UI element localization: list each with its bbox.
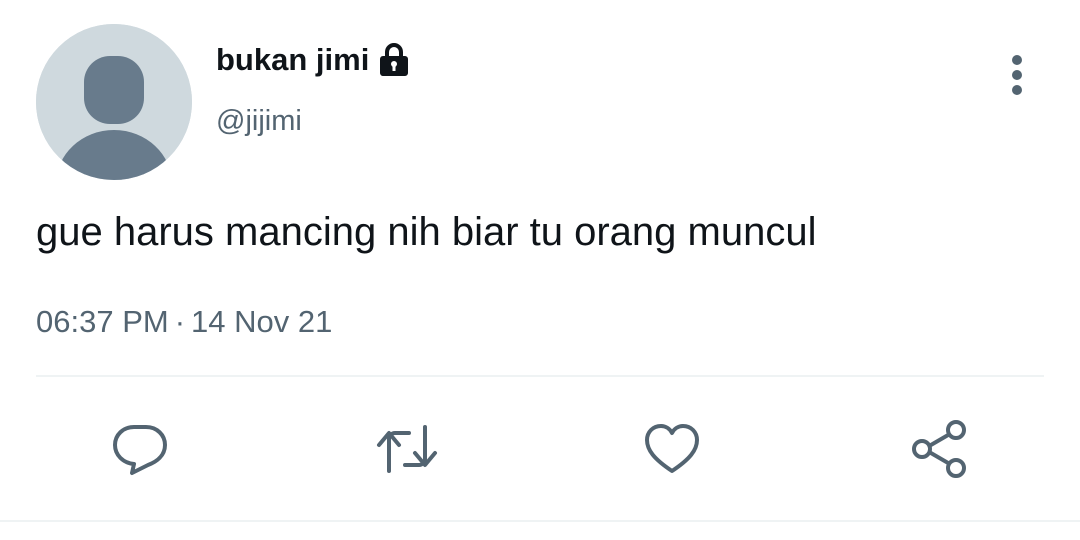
share-button[interactable] [904, 414, 974, 484]
tweet-time: 06:37 PM [36, 304, 169, 339]
retweet-button[interactable] [372, 414, 442, 484]
tweet-card: bukan jimi @jijimi gue harus mancing nih… [0, 0, 1080, 540]
retweet-icon [377, 425, 437, 473]
action-bar [0, 414, 1080, 484]
reply-button[interactable] [105, 414, 175, 484]
lock-icon [377, 42, 411, 78]
share-icon [912, 420, 966, 478]
display-name[interactable]: bukan jimi [216, 40, 411, 80]
tweet-text: gue harus mancing nih biar tu orang munc… [36, 210, 817, 254]
default-avatar-icon [36, 24, 192, 180]
tweet-timestamp[interactable]: 06:37 PM · 14 Nov 21 [36, 302, 332, 342]
avatar[interactable] [36, 24, 192, 180]
reply-icon [113, 425, 167, 475]
timestamp-separator: · [174, 304, 186, 339]
tweet-date: 14 Nov 21 [191, 304, 333, 339]
like-button[interactable] [637, 414, 707, 484]
more-vertical-icon[interactable] [1000, 52, 1034, 100]
divider [36, 375, 1044, 377]
user-handle[interactable]: @jijimi [216, 102, 302, 140]
heart-icon [645, 424, 699, 473]
display-name-text: bukan jimi [216, 42, 370, 77]
divider [0, 520, 1080, 522]
